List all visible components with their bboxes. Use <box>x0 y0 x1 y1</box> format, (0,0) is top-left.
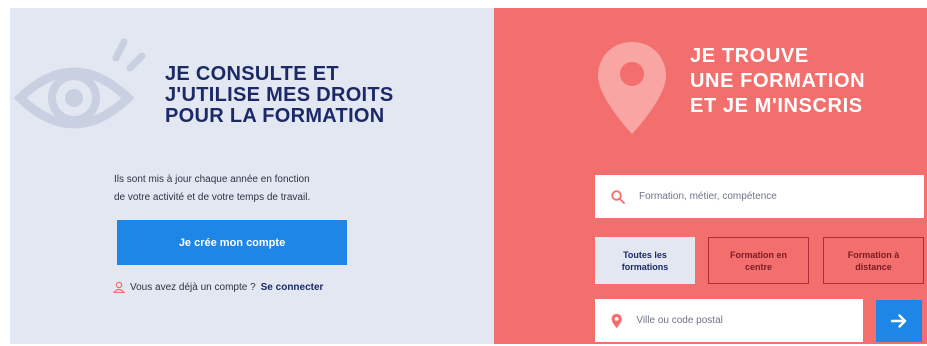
consult-rights-panel: JE CONSULTE ET J'UTILISE MES DROITS POUR… <box>10 8 494 344</box>
find-training-heading: JE TROUVE UNE FORMATION ET JE M'INSCRIS <box>690 44 920 119</box>
login-prompt: Vous avez déjà un compte ? Se connecter <box>113 279 323 295</box>
filter-in-centre[interactable]: Formation en centre <box>708 237 809 284</box>
filter-line: Formation à <box>847 249 900 260</box>
filter-line: distance <box>855 261 892 272</box>
heading-line: JE TROUVE <box>690 45 809 67</box>
search-icon <box>611 189 625 204</box>
info-line: Ils sont mis à jour chaque année en fonc… <box>114 174 310 185</box>
filter-line: Toutes les <box>623 249 667 260</box>
city-search-box[interactable] <box>595 299 863 342</box>
heading-line: POUR LA FORMATION <box>165 105 385 127</box>
rights-info-text: Ils sont mis à jour chaque année en fonc… <box>114 171 384 207</box>
user-icon <box>113 281 125 293</box>
training-search-input[interactable] <box>639 191 879 202</box>
create-account-button[interactable]: Je crée mon compte <box>117 220 347 265</box>
filter-line: formations <box>621 261 669 272</box>
heading-line: UNE FORMATION <box>690 70 866 92</box>
training-search-box[interactable] <box>595 175 924 218</box>
heading-line: JE CONSULTE ET <box>165 63 339 85</box>
login-link[interactable]: Se connecter <box>261 282 324 293</box>
filter-distance[interactable]: Formation à distance <box>823 237 924 284</box>
consult-rights-heading: JE CONSULTE ET J'UTILISE MES DROITS POUR… <box>165 64 465 127</box>
filter-line: centre <box>744 261 772 272</box>
filter-all-trainings[interactable]: Toutes les formations <box>595 237 695 284</box>
heading-line: J'UTILISE MES DROITS <box>165 84 394 106</box>
city-input[interactable] <box>636 315 863 326</box>
find-training-panel: JE TROUVE UNE FORMATION ET JE M'INSCRIS … <box>494 8 927 344</box>
heading-line: ET JE M'INSCRIS <box>690 95 863 117</box>
login-question: Vous avez déjà un compte ? <box>130 281 256 293</box>
arrow-right-icon <box>890 314 907 328</box>
eye-icon <box>13 38 146 129</box>
search-submit-button[interactable] <box>876 300 922 342</box>
info-line: de votre activité et de votre temps de t… <box>114 192 311 203</box>
location-pin-icon <box>611 313 622 328</box>
map-pin-icon <box>598 42 666 134</box>
filter-line: Formation en <box>729 249 787 260</box>
